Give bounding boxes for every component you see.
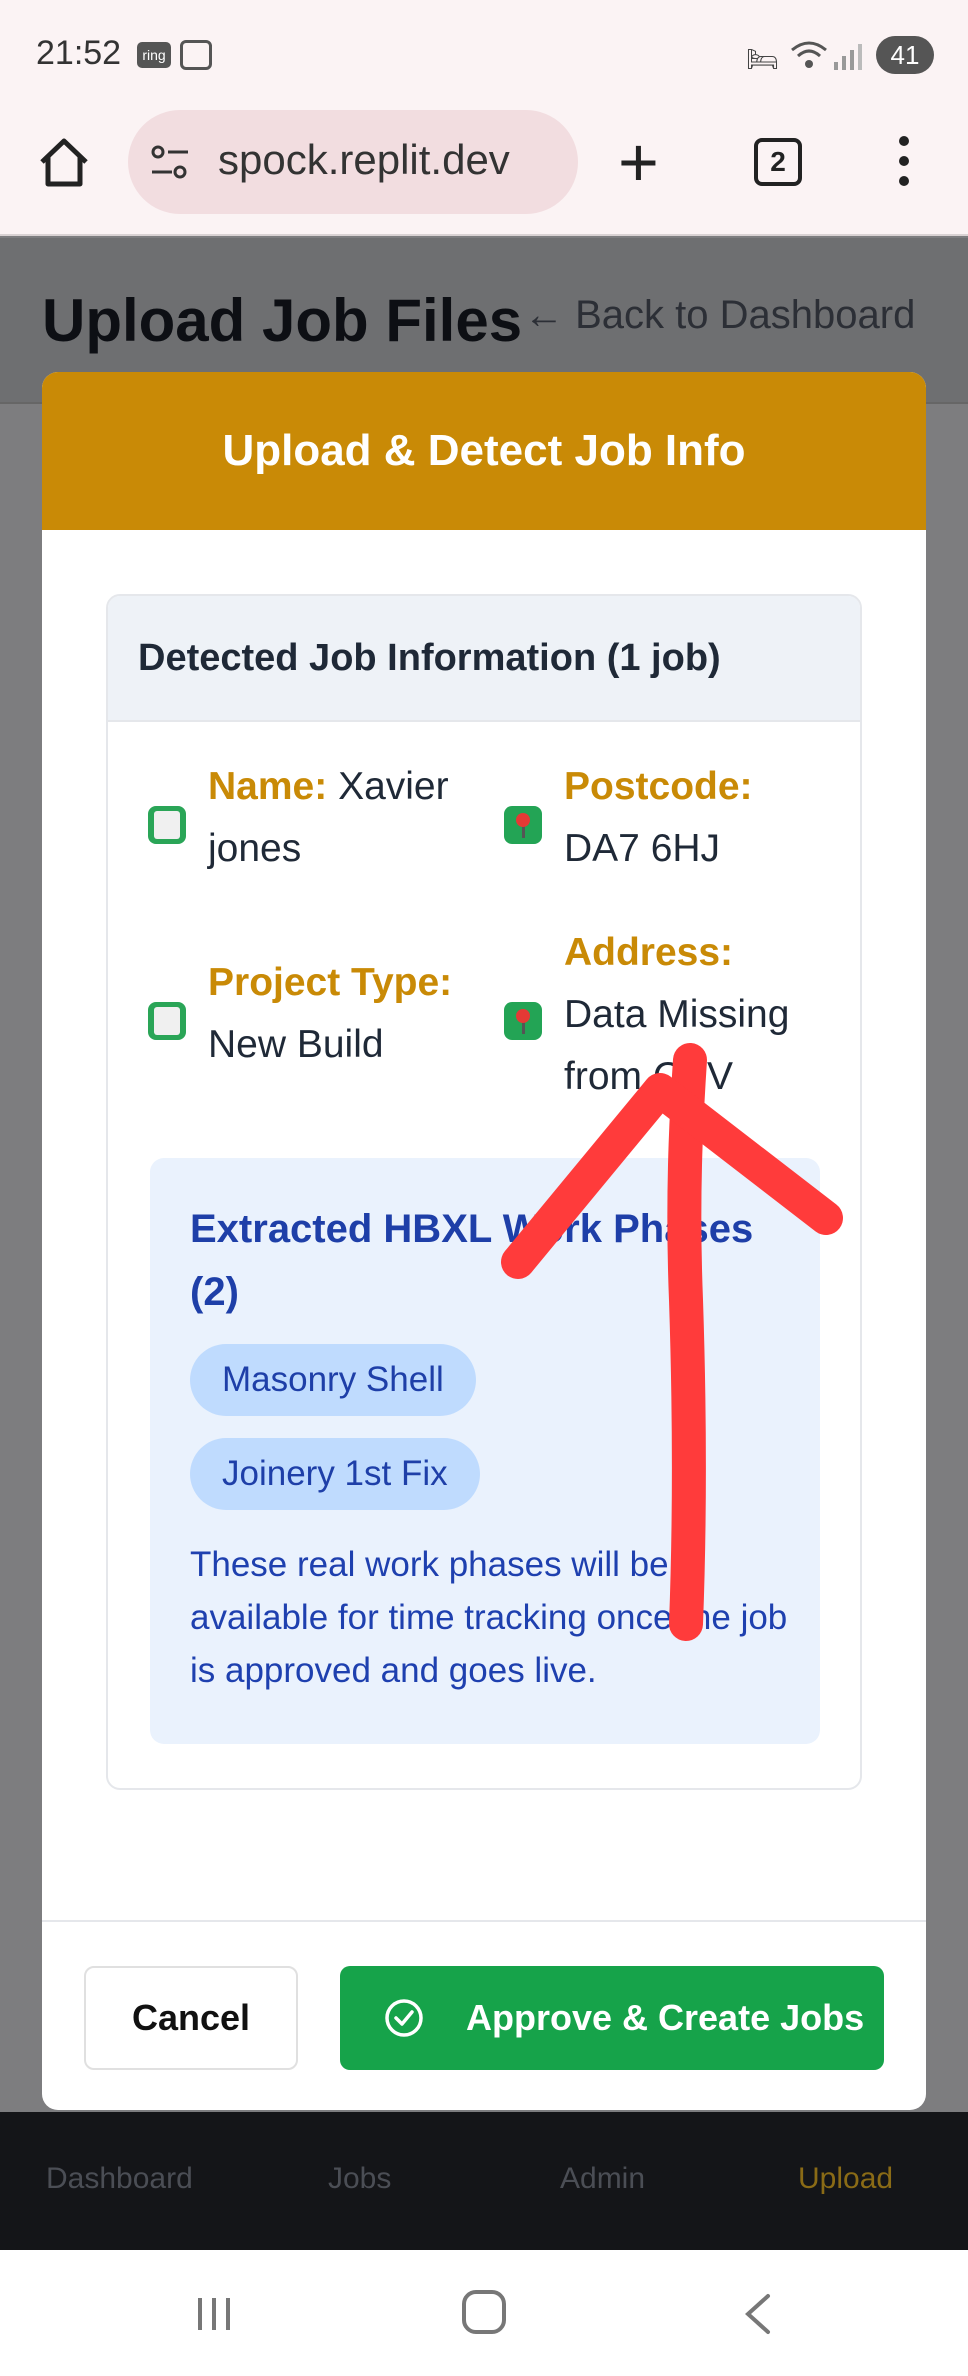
phase-chip: Masonry Shell (190, 1344, 476, 1416)
approve-create-jobs-button[interactable]: Approve & Create Jobs (340, 1966, 884, 2070)
project-type-value: New Build (208, 1023, 384, 1066)
detected-job-card: Detected Job Information (1 job) Name: X… (106, 594, 862, 1790)
check-circle-icon (385, 1999, 423, 2037)
upload-modal: Upload & Detect Job Info Detected Job In… (42, 372, 926, 2110)
nav-jobs[interactable]: Jobs (328, 2162, 391, 2196)
address-field: Address: Data Missing from CSV (564, 818, 834, 1108)
back-to-dashboard-link[interactable]: ← Back to Dashboard (524, 293, 915, 338)
page-title: Upload Job Files (42, 287, 523, 354)
phases-title: Extracted HBXL Work Phases (2) (190, 1207, 754, 1314)
project-type-label: Project Type: (208, 961, 453, 1004)
nav-dashboard[interactable]: Dashboard (46, 2162, 193, 2196)
approve-label: Approve & Create Jobs (466, 1997, 865, 2038)
wifi-icon (791, 41, 827, 68)
home-icon[interactable] (36, 134, 92, 190)
nav-upload[interactable]: Upload (798, 2162, 893, 2196)
address-label: Address: (564, 931, 734, 974)
name-field: Name: Xavier jones (208, 756, 528, 880)
overflow-menu-icon[interactable] (896, 136, 912, 192)
modal-title: Upload & Detect Job Info (42, 372, 926, 530)
status-bar: 21:52 ring 🛏 41 (0, 0, 968, 110)
pin-icon (504, 806, 542, 844)
ring-app-icon: ring (137, 42, 171, 68)
signal-icon (834, 44, 862, 70)
work-phases-panel: Extracted HBXL Work Phases (2) Masonry S… (150, 1158, 820, 1744)
card-title: Detected Job Information (1 job) (108, 596, 860, 722)
project-type-field: Project Type: New Build (208, 952, 528, 1076)
system-navigation (0, 2250, 968, 2376)
postcode-label: Postcode: (564, 765, 753, 808)
modal-footer: Cancel Approve & Create Jobs (42, 1920, 926, 2110)
screenshot-icon (180, 40, 212, 70)
bottom-nav: Dashboard Jobs Admin Upload (0, 2112, 968, 2250)
back-icon[interactable] (740, 2292, 774, 2336)
cancel-button[interactable]: Cancel (84, 1966, 298, 2070)
document-icon (148, 806, 186, 844)
site-settings-icon[interactable] (148, 140, 192, 184)
nav-admin[interactable]: Admin (560, 2162, 645, 2196)
new-tab-icon[interactable]: + (618, 127, 659, 197)
recent-apps-icon[interactable] (194, 2294, 234, 2334)
pin-icon (504, 1002, 542, 1040)
phase-chip: Joinery 1st Fix (190, 1438, 480, 1510)
battery-indicator: 41 (876, 36, 934, 74)
status-time: 21:52 (36, 34, 122, 72)
home-button-icon[interactable] (462, 2290, 506, 2334)
bed-icon: 🛏 (746, 44, 780, 74)
clipboard-icon (148, 1002, 186, 1040)
tab-switcher-button[interactable]: 2 (754, 138, 802, 186)
phases-note: These real work phases will be available… (190, 1545, 788, 1690)
browser-toolbar: spock.replit.dev + 2 (0, 110, 968, 236)
address-value: Data Missing from CSV (564, 993, 790, 1098)
url-text[interactable]: spock.replit.dev (218, 136, 510, 184)
address-bar[interactable]: spock.replit.dev (128, 110, 578, 214)
name-label: Name: (208, 765, 328, 808)
